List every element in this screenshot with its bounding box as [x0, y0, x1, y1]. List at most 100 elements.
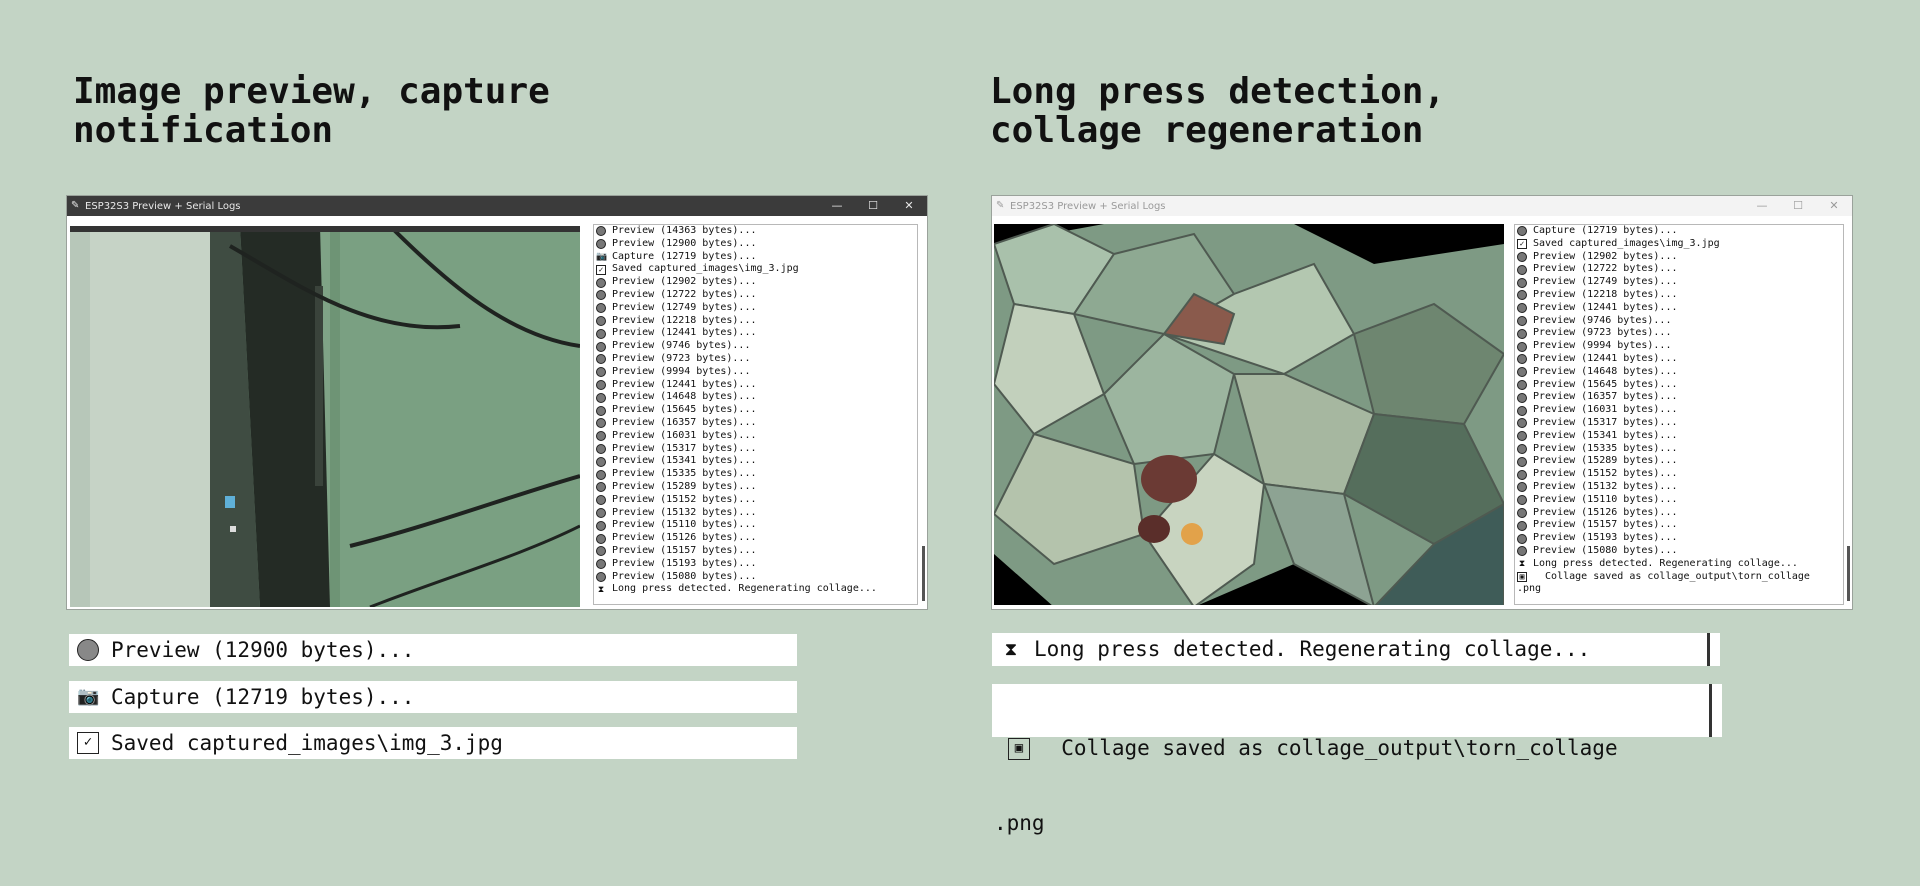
log-line: Preview (15645 bytes)...: [1517, 379, 1843, 392]
log-line: Preview (15193 bytes)...: [596, 558, 917, 571]
right-heading-line1: Long press detection,: [990, 71, 1446, 112]
preview-circle-icon: [1517, 341, 1527, 352]
log-line-text: Preview (15110 bytes)...: [1533, 493, 1678, 505]
left-callout-capture: 📷 Capture (12719 bytes)...: [69, 681, 797, 713]
log-line: Preview (15341 bytes)...: [596, 455, 917, 468]
log-line: Preview (15645 bytes)...: [596, 404, 917, 417]
preview-circle-icon: [596, 341, 606, 352]
preview-circle-icon: [1517, 456, 1527, 467]
left-heading-line1: Image preview, capture: [73, 71, 550, 112]
preview-circle-icon: [1517, 379, 1527, 390]
log-line-text: Preview (15341 bytes)...: [1533, 429, 1678, 441]
log-line-text: Preview (16031 bytes)...: [1533, 404, 1678, 416]
log-scrollbar[interactable]: [922, 546, 925, 601]
log-line-text: Preview (16031 bytes)...: [612, 429, 757, 441]
log-line: Preview (9723 bytes)...: [596, 353, 917, 366]
preview-circle-icon: [596, 431, 606, 442]
preview-circle-icon: [1517, 495, 1527, 506]
preview-circle-icon: [1517, 443, 1527, 454]
preview-circle-icon: [1517, 328, 1527, 339]
callout-text: Capture (12719 bytes)...: [111, 684, 415, 709]
log-line-text: Preview (14648 bytes)...: [1533, 365, 1678, 377]
log-line-text: Preview (15080 bytes)...: [1533, 544, 1678, 556]
camera-preview-image: [70, 226, 580, 607]
preview-circle-icon: [1517, 482, 1527, 493]
preview-circle-icon: [1517, 392, 1527, 403]
log-line: Preview (15132 bytes)...: [596, 507, 917, 520]
log-scrollbar[interactable]: [1847, 546, 1850, 601]
log-line: Capture (12719 bytes)...: [1517, 225, 1843, 238]
minimize-button[interactable]: —: [1744, 196, 1780, 216]
window-title: ESP32S3 Preview + Serial Logs: [85, 200, 241, 212]
log-line-text: Preview (15152 bytes)...: [1533, 468, 1678, 480]
maximize-button[interactable]: ☐: [855, 196, 891, 216]
serial-log-list[interactable]: Capture (12719 bytes)... ✓ Saved captured_…: [1514, 224, 1844, 605]
hourglass-icon: ⧗: [597, 584, 605, 595]
preview-circle-icon: [77, 639, 99, 661]
log-line-text: Capture (12719 bytes)...: [1533, 225, 1678, 236]
log-line: Preview (12902 bytes)...: [596, 276, 917, 289]
log-line: 📷 Capture (12719 bytes)...: [596, 251, 917, 264]
log-line-text: Preview (12441 bytes)...: [612, 327, 757, 339]
preview-circle-icon: [596, 277, 606, 288]
log-line: Preview (15335 bytes)...: [596, 468, 917, 481]
preview-circle-icon: [1517, 469, 1527, 480]
window-titlebar[interactable]: ✎ ESP32S3 Preview + Serial Logs — ☐ ✕: [992, 196, 1852, 216]
serial-log-list[interactable]: Preview (14363 bytes)... Preview (12900 b…: [593, 224, 918, 605]
log-line: Preview (12722 bytes)...: [596, 289, 917, 302]
left-heading-line2: notification: [73, 110, 334, 151]
left-app-window: ✎ ESP32S3 Preview + Serial Logs — ☐ ✕ Pr…: [66, 195, 928, 610]
log-line-text: Preview (12749 bytes)...: [1533, 276, 1678, 288]
log-line-text: Preview (9746 bytes)...: [612, 340, 751, 352]
log-line: Preview (14648 bytes)...: [596, 391, 917, 404]
log-line: Preview (15080 bytes)...: [596, 571, 917, 584]
log-line-text: Preview (15132 bytes)...: [612, 506, 757, 518]
log-line: ⧗ Long press detected. Regenerating colla…: [1517, 558, 1843, 571]
preview-circle-icon: [596, 533, 606, 544]
log-line-text: Preview (12218 bytes)...: [612, 314, 757, 326]
callout-text: Collage saved as collage_output\torn_col…: [1036, 736, 1618, 760]
log-line: Preview (15080 bytes)...: [1517, 545, 1843, 558]
log-line-text: .png: [1517, 583, 1542, 595]
log-line-text: Preview (12722 bytes)...: [612, 288, 757, 300]
close-button[interactable]: ✕: [1816, 196, 1852, 216]
log-line: Preview (15317 bytes)...: [1517, 417, 1843, 430]
feather-icon: ✎: [71, 200, 80, 211]
preview-circle-icon: [1517, 533, 1527, 544]
preview-circle-icon: [1517, 251, 1527, 262]
log-line: Preview (12218 bytes)...: [596, 315, 917, 328]
hourglass-icon: ⧗: [1518, 559, 1526, 570]
log-line: Preview (9746 bytes)...: [596, 340, 917, 353]
preview-circle-icon: [596, 226, 606, 237]
callout-text: Long press detected. Regenerating collag…: [1034, 637, 1591, 661]
log-line: Preview (12441 bytes)...: [1517, 302, 1843, 315]
log-line-text: Preview (15341 bytes)...: [612, 455, 757, 467]
log-line-text: Preview (12218 bytes)...: [1533, 288, 1678, 300]
preview-circle-icon: [596, 328, 606, 339]
preview-circle-icon: [1517, 226, 1527, 237]
log-line-text: Preview (15335 bytes)...: [1533, 442, 1678, 454]
minimize-button[interactable]: —: [819, 196, 855, 216]
checkbox-icon: ✓: [77, 732, 99, 754]
right-heading: Long press detection, collage regenerati…: [990, 72, 1690, 150]
callout-edge-bar: [1707, 633, 1710, 666]
log-line: Preview (16031 bytes)...: [1517, 404, 1843, 417]
window-title: ESP32S3 Preview + Serial Logs: [1010, 200, 1166, 212]
log-line-text: Preview (15110 bytes)...: [612, 519, 757, 531]
log-line: Preview (15126 bytes)...: [596, 532, 917, 545]
log-line: Preview (15132 bytes)...: [1517, 481, 1843, 494]
left-callout-saved: ✓ Saved captured_images\img_3.jpg: [69, 727, 797, 759]
log-line: Preview (12218 bytes)...: [1517, 289, 1843, 302]
log-line-text: Preview (9723 bytes)...: [612, 352, 751, 364]
log-line-text: Preview (15335 bytes)...: [612, 468, 757, 480]
window-titlebar[interactable]: ✎ ESP32S3 Preview + Serial Logs — ☐ ✕: [67, 196, 927, 216]
log-line-text: Preview (15126 bytes)...: [612, 532, 757, 544]
log-line: Preview (15335 bytes)...: [1517, 443, 1843, 456]
log-line: Preview (12900 bytes)...: [596, 238, 917, 251]
maximize-button[interactable]: ☐: [1780, 196, 1816, 216]
preview-circle-icon: [1517, 507, 1527, 518]
picture-icon: ▣: [1008, 737, 1030, 760]
close-button[interactable]: ✕: [891, 196, 927, 216]
log-line: Preview (12902 bytes)...: [1517, 251, 1843, 264]
log-line: Preview (15157 bytes)...: [1517, 519, 1843, 532]
